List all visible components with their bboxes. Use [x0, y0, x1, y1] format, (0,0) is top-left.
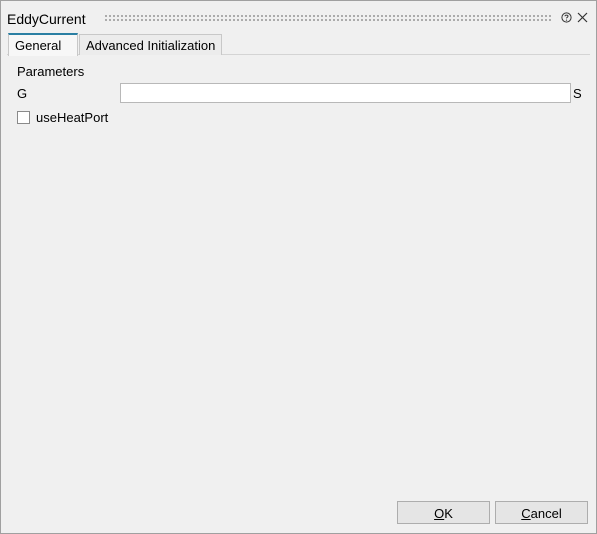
parameters-heading: Parameters: [17, 64, 85, 79]
tab-general[interactable]: General: [8, 33, 78, 56]
cancel-button[interactable]: Cancel: [495, 501, 588, 524]
g-unit: S: [573, 86, 582, 101]
cancel-button-label: Cancel: [521, 506, 562, 521]
title-bar[interactable]: EddyCurrent: [1, 1, 596, 33]
g-label: G: [17, 86, 28, 101]
dialog-window: EddyCurrent General Advanced Initializat…: [0, 0, 597, 534]
tab-advanced-initialization-label: Advanced Initialization: [86, 38, 216, 53]
help-icon[interactable]: [561, 12, 572, 23]
use-heat-port-checkbox[interactable]: [17, 111, 30, 124]
ok-button-label: OK: [434, 506, 453, 521]
g-input[interactable]: [120, 83, 571, 103]
tab-general-label: General: [15, 38, 62, 53]
tab-advanced-initialization[interactable]: Advanced Initialization: [79, 34, 223, 55]
ok-button[interactable]: OK: [397, 501, 490, 524]
use-heat-port-label: useHeatPort: [36, 110, 109, 125]
drag-grip[interactable]: [104, 14, 552, 21]
window-title: EddyCurrent: [7, 11, 86, 27]
close-icon[interactable]: [577, 12, 588, 23]
